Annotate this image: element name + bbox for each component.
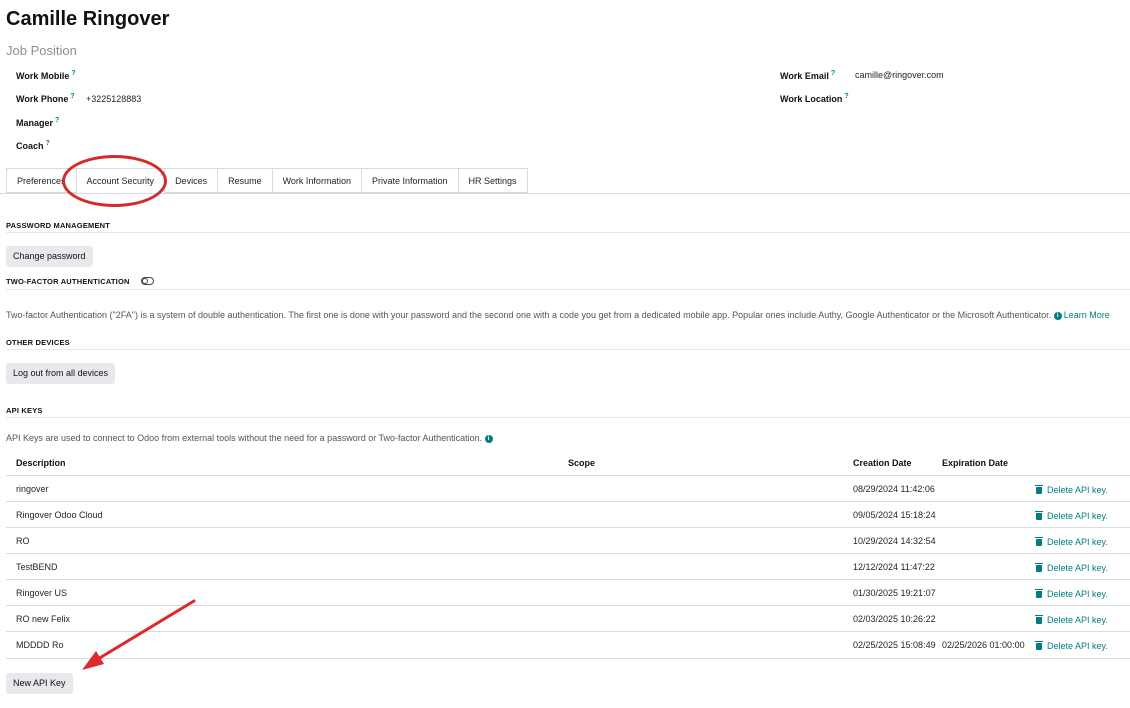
arrow-head: [82, 651, 104, 670]
arrow-shaft: [96, 599, 196, 661]
annotation-arrow: [82, 599, 196, 670]
